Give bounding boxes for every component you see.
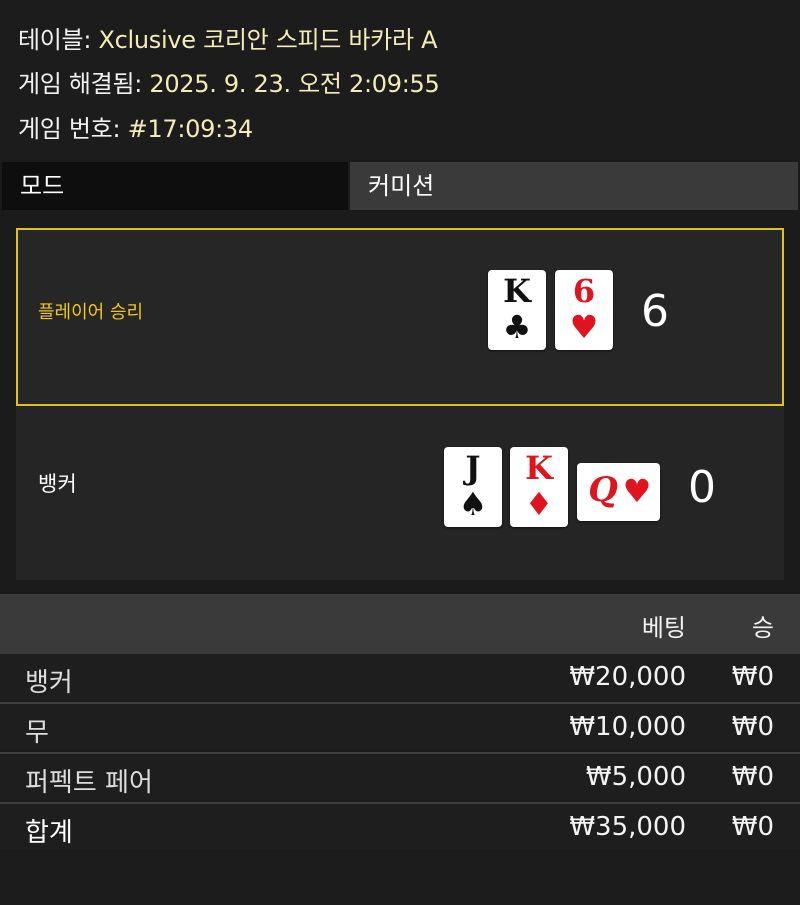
player-score: 6	[641, 286, 669, 337]
table-label: 테이블:	[18, 26, 92, 54]
bets-table-header: 베팅 승	[0, 594, 800, 654]
card-rank: K	[525, 449, 553, 487]
game-number-label: 게임 번호:	[18, 115, 121, 143]
game-number-info: 게임 번호: #17:09:34	[18, 109, 253, 144]
game-number-value: #17:09:34	[127, 115, 254, 143]
player-win-label: 플레이어 승리	[38, 302, 144, 323]
mode-label: 모드	[2, 162, 348, 210]
commission-value: 커미션	[350, 162, 798, 210]
bet-name: 퍼펙트 페어	[25, 768, 153, 798]
result-panel: 플레이어 승리 K ♣ 6 ♥ 6 뱅커 J ♠ K ♦ Q ♥ 0	[16, 228, 784, 580]
win-amount: ₩0	[731, 662, 774, 692]
bet-name: 무	[25, 718, 49, 748]
resolved-info: 게임 해결됨: 2025. 9. 23. 오전 2:09:55	[18, 64, 440, 99]
player-card-2: 6 ♥	[555, 270, 613, 350]
banker-label: 뱅커	[38, 472, 77, 496]
diamond-icon: ♦	[524, 485, 554, 523]
table-row: 무 ₩10,000 ₩0	[0, 702, 800, 750]
win-column-header: 승	[751, 614, 774, 642]
banker-score: 0	[688, 462, 716, 513]
resolved-label: 게임 해결됨:	[18, 70, 143, 98]
win-amount: ₩0	[731, 712, 774, 742]
total-label: 합계	[25, 818, 73, 848]
bet-column-header: 베팅	[641, 614, 686, 642]
player-card-1: K ♣	[488, 270, 546, 350]
table-value: Xclusive 코리안 스피드 바카라 A	[98, 26, 438, 54]
bottom-spacer	[0, 852, 800, 905]
total-bet-amount: ₩35,000	[569, 812, 686, 842]
table-row: 퍼펙트 페어 ₩5,000 ₩0	[0, 752, 800, 800]
total-row: 합계 ₩35,000 ₩0	[0, 802, 800, 850]
card-rank: 6	[572, 272, 596, 310]
spade-icon: ♠	[458, 485, 488, 523]
banker-card-1: J ♠	[444, 447, 502, 527]
game-history-detail: 테이블: Xclusive 코리안 스피드 바카라 A 게임 해결됨: 2025…	[0, 0, 800, 905]
game-info-header: 테이블: Xclusive 코리안 스피드 바카라 A 게임 해결됨: 2025…	[0, 0, 800, 160]
bet-amount: ₩5,000	[585, 762, 686, 792]
banker-card-3: Q ♥	[577, 463, 660, 521]
table-info: 테이블: Xclusive 코리안 스피드 바카라 A	[18, 20, 438, 55]
heart-icon: ♥	[569, 308, 599, 346]
mode-row: 모드 커미션	[0, 162, 800, 212]
club-icon: ♣	[502, 308, 532, 346]
card-rank: J	[465, 449, 481, 487]
table-row: 뱅커 ₩20,000 ₩0	[0, 654, 800, 702]
bet-amount: ₩10,000	[569, 712, 686, 742]
bet-amount: ₩20,000	[569, 662, 686, 692]
card-rank: K	[503, 272, 531, 310]
bet-name: 뱅커	[25, 668, 73, 698]
win-amount: ₩0	[731, 762, 774, 792]
resolved-value: 2025. 9. 23. 오전 2:09:55	[149, 70, 440, 98]
heart-icon: ♥	[622, 472, 652, 510]
banker-card-2: K ♦	[510, 447, 568, 527]
total-win-amount: ₩0	[731, 812, 774, 842]
